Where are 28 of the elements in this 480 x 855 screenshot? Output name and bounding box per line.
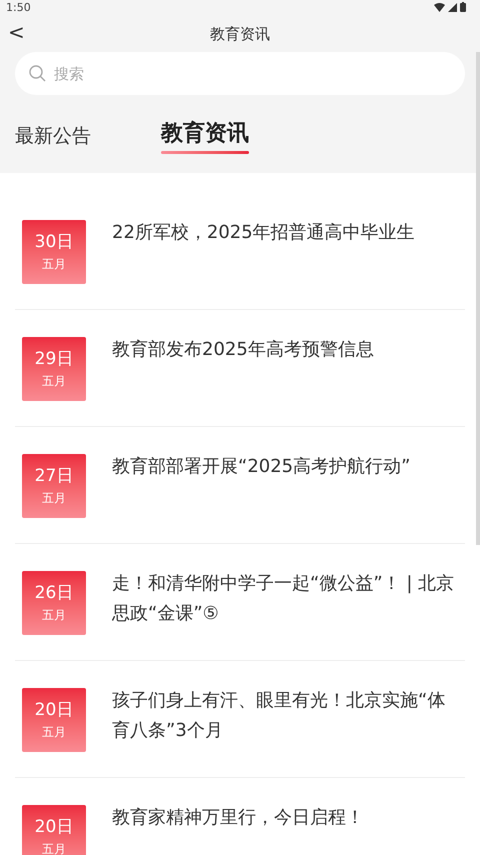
date-day: 20日	[34, 700, 74, 722]
article-title[interactable]: 22所军校，2025年招普通高中毕业生	[112, 218, 465, 283]
article-title[interactable]: 孩子们身上有汗、眼里有光！北京实施“体育八条”3个月	[112, 686, 465, 751]
date-month: 五月	[42, 608, 66, 623]
article-title[interactable]: 教育部发布2025年高考预警信息	[112, 335, 465, 400]
search-field[interactable]: 搜索	[15, 52, 465, 95]
date-month: 五月	[42, 842, 66, 855]
date-month: 五月	[42, 374, 66, 389]
wifi-icon	[434, 2, 445, 12]
date-month: 五月	[42, 256, 66, 272]
battery-icon	[460, 2, 466, 12]
date-day: 30日	[34, 232, 74, 254]
article-title[interactable]: 教育部部署开展“2025高考护航行动”	[112, 452, 465, 517]
date-month: 五月	[42, 490, 66, 506]
search-icon	[29, 65, 46, 82]
tab[interactable]: 教育资讯	[161, 117, 249, 166]
date-day: 26日	[34, 583, 74, 605]
tab[interactable]: 最新公告	[15, 122, 91, 166]
date-day: 20日	[34, 817, 74, 839]
date-day: 27日	[34, 466, 74, 488]
back-button[interactable]: <	[8, 22, 25, 42]
signal-icon	[448, 2, 457, 12]
status-time: 1:50	[6, 2, 31, 12]
article-title[interactable]: 教育家精神万里行，今日启程！	[112, 803, 465, 855]
article-title[interactable]: 走！和清华附中学子一起“微公益”！ | 北京思政“金课”⑤	[112, 569, 465, 634]
date-month: 五月	[42, 724, 66, 740]
date-day: 29日	[34, 349, 74, 371]
page-title: 教育资讯	[210, 24, 270, 45]
